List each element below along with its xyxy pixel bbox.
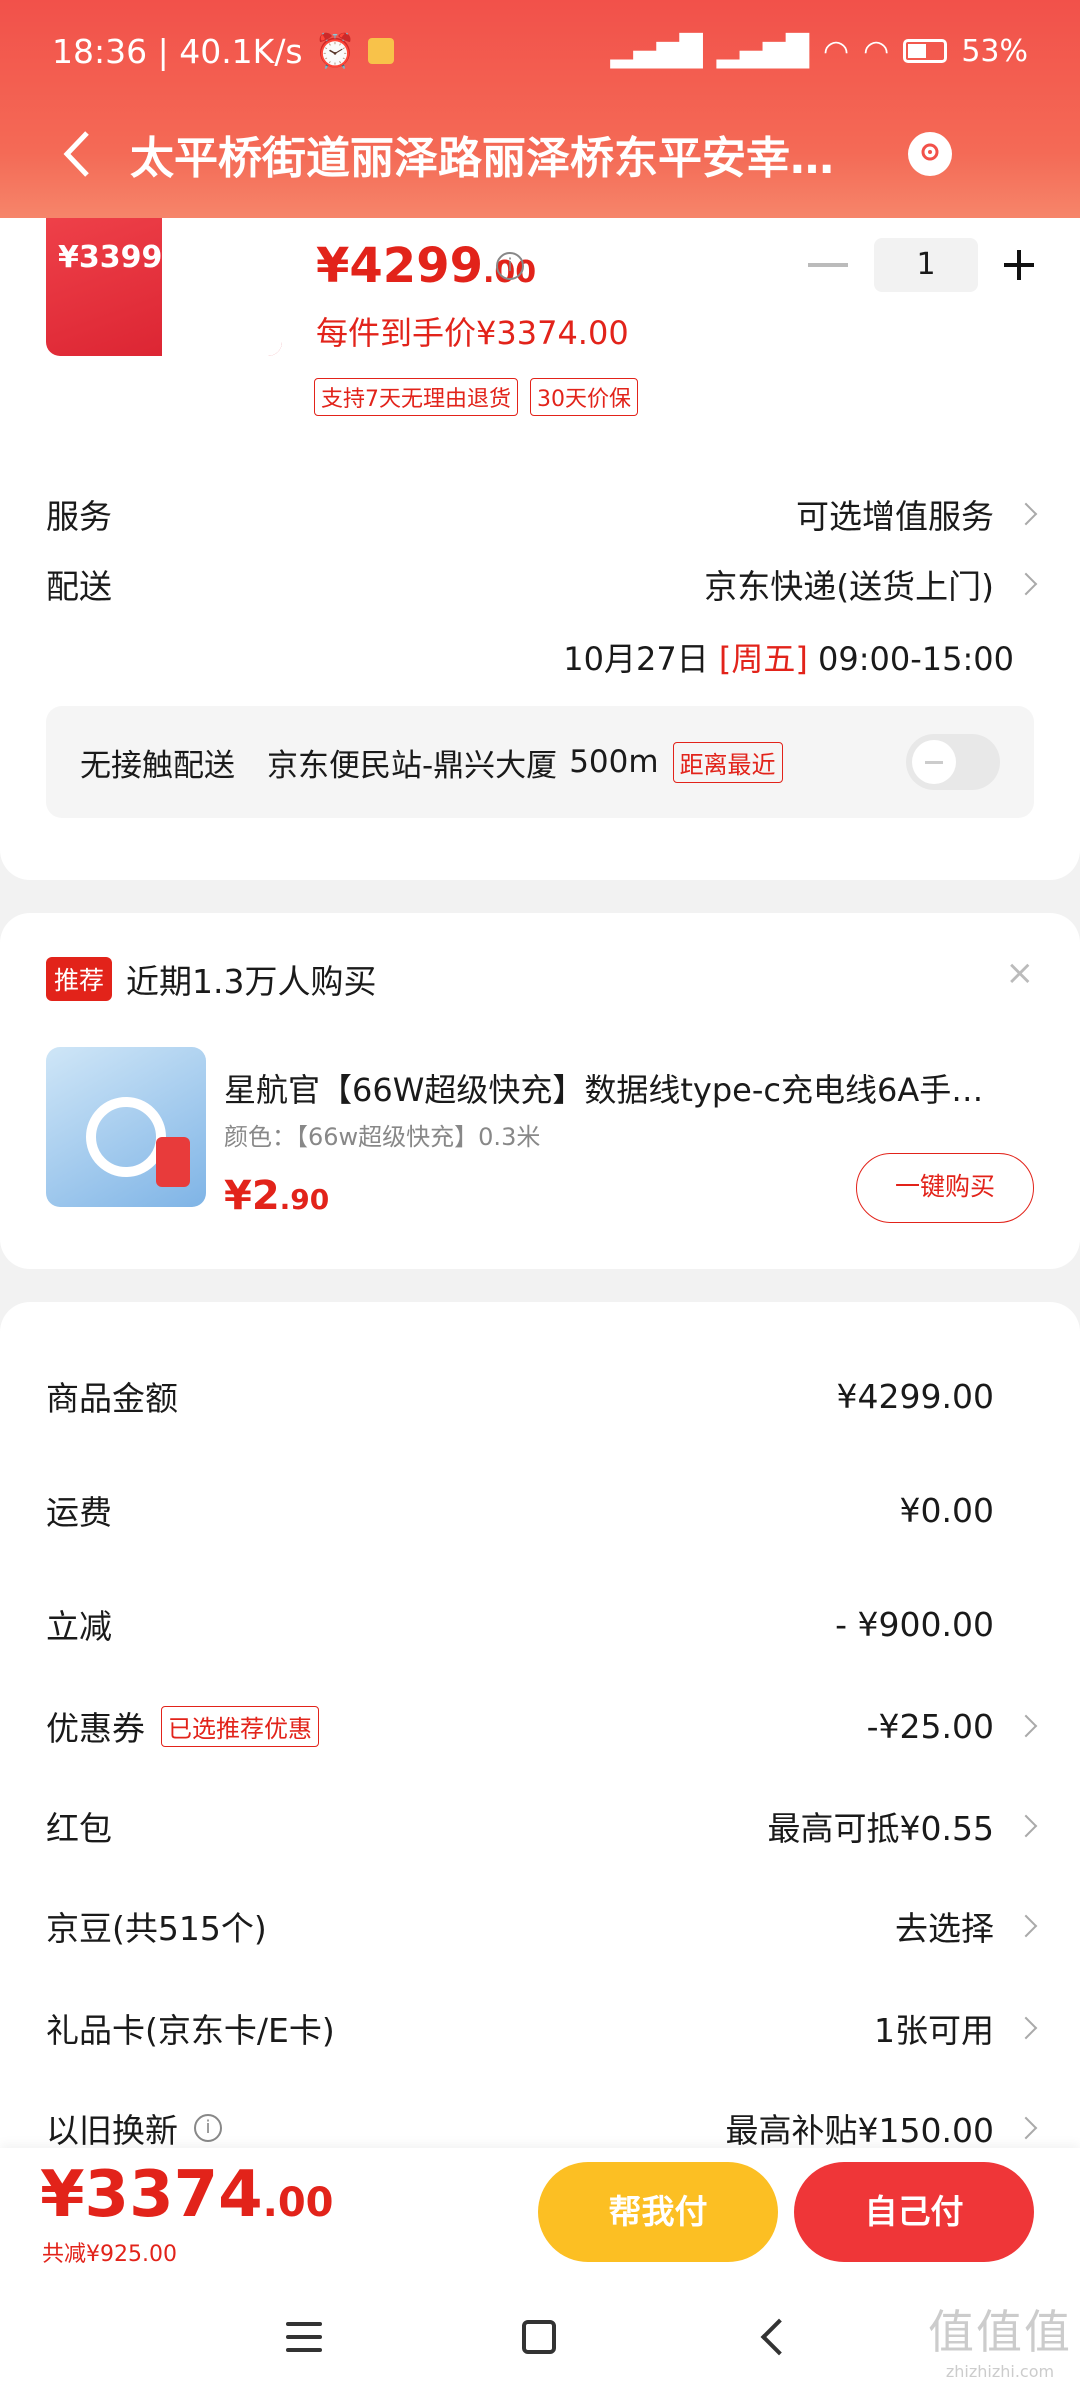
chevron-right-icon bbox=[1014, 1914, 1038, 1938]
total-saved: 共减¥925.00 bbox=[42, 2242, 177, 2267]
chevron-right-icon bbox=[1014, 1814, 1038, 1838]
product-image-price: ¥3399 bbox=[58, 240, 163, 275]
tradein-row[interactable]: 以旧换新 i 最高补贴¥150.00 bbox=[46, 2104, 1038, 2152]
pickup-station: 京东便民站-鼎兴大厦 bbox=[267, 747, 558, 784]
chevron-right-icon bbox=[1014, 502, 1038, 526]
notification-icon bbox=[367, 38, 394, 64]
coupon-selected-badge: 已选推荐优惠 bbox=[161, 1705, 319, 1747]
address-text[interactable]: 太平桥街道丽泽路丽泽桥东平安幸… bbox=[130, 122, 890, 186]
nearest-badge: 距离最近 bbox=[672, 741, 783, 783]
redpacket-value: 最高可抵¥0.55 bbox=[767, 1809, 994, 1848]
quantity-input[interactable]: 1 bbox=[874, 238, 978, 292]
giftcard-row[interactable]: 礼品卡(京东卡/E卡) 1张可用 bbox=[46, 2004, 1038, 2052]
coupon-value: -¥25.00 bbox=[866, 1706, 994, 1746]
recommend-header: 推荐 近期1.3万人购买 bbox=[46, 955, 377, 1003]
shipping-value: ¥0.00 bbox=[899, 1490, 994, 1530]
product-image[interactable]: ¥3399 bbox=[46, 200, 282, 356]
one-click-buy-button[interactable]: 一键购买 bbox=[856, 1153, 1034, 1223]
status-bar: 18:36 | 40.1K/s ⏰ ▂▄▆█ ▂▄▆█ ◠ ◠ 53% bbox=[52, 26, 1028, 76]
contactless-delivery: 无接触配送 京东便民站-鼎兴大厦 500m 距离最近 bbox=[46, 706, 1034, 818]
recommend-headline: 近期1.3万人购买 bbox=[126, 962, 377, 1001]
nav-bar: 太平桥街道丽泽路丽泽桥东平安幸… bbox=[0, 118, 1080, 190]
back-icon[interactable] bbox=[760, 2318, 798, 2356]
order-card: ¥3399 ¥4299.00 i 1 每件到手价¥3374.00 支持7天无理由… bbox=[0, 190, 1080, 880]
info-icon[interactable]: i bbox=[194, 2114, 222, 2142]
wifi-icon: ◠ bbox=[822, 33, 850, 69]
recommend-card: 推荐 近期1.3万人购买 × 星航官【66W超级快充】数据线type-c充电线6… bbox=[0, 913, 1080, 1269]
tag-price-protect: 30天价保 bbox=[530, 378, 638, 416]
service-label: 服务 bbox=[46, 497, 112, 536]
instant-discount-row: 立减 - ¥900.00 bbox=[46, 1604, 994, 1647]
back-button[interactable] bbox=[46, 118, 106, 190]
info-icon[interactable]: i bbox=[496, 252, 524, 280]
quantity-stepper: 1 bbox=[808, 238, 1034, 292]
contactless-toggle[interactable] bbox=[906, 734, 1000, 790]
status-time: 18:36 | 40.1K/s bbox=[52, 31, 303, 71]
recommend-product-spec: 颜色：【66w超级快充】0.3米 bbox=[224, 1123, 541, 1151]
chevron-right-icon bbox=[1014, 1714, 1038, 1738]
goods-amount-value: ¥4299.00 bbox=[836, 1376, 994, 1416]
header: 18:36 | 40.1K/s ⏰ ▂▄▆█ ▂▄▆█ ◠ ◠ 53% 太平桥街… bbox=[0, 0, 1080, 218]
per-item-price: 每件到手价¥3374.00 bbox=[316, 314, 629, 352]
help-pay-button[interactable]: 帮我付 bbox=[538, 2162, 778, 2262]
checkout-bar: ¥3374.00 共减¥925.00 帮我付 自己付 bbox=[0, 2148, 1080, 2280]
goods-amount-row: 商品金额 ¥4299.00 bbox=[46, 1376, 994, 1419]
product-tags: 支持7天无理由退货 30天价保 bbox=[314, 378, 638, 416]
jingdou-row[interactable]: 京豆(共515个) 去选择 bbox=[46, 1902, 1038, 1950]
coupon-row[interactable]: 优惠券 已选推荐优惠 -¥25.00 bbox=[46, 1702, 1038, 1750]
giftcard-value: 1张可用 bbox=[874, 2011, 994, 2050]
recommend-product-price: ¥2.90 bbox=[224, 1173, 330, 1219]
redpacket-row[interactable]: 红包 最高可抵¥0.55 bbox=[46, 1802, 1038, 1850]
delivery-method: 京东快递(送货上门) bbox=[704, 567, 994, 606]
recommend-badge: 推荐 bbox=[46, 957, 113, 1001]
battery-level: 53% bbox=[961, 33, 1028, 69]
jingdou-value: 去选择 bbox=[895, 1909, 994, 1948]
shipping-row: 运费 ¥0.00 bbox=[46, 1490, 994, 1533]
delivery-label: 配送 bbox=[46, 567, 112, 606]
wifi-icon-2: ◠ bbox=[863, 33, 890, 69]
recommend-product-title[interactable]: 星航官【66W超级快充】数据线type-c充电线6A手… bbox=[224, 1065, 1024, 1111]
chevron-right-icon bbox=[1014, 572, 1038, 596]
instant-discount-value: - ¥900.00 bbox=[835, 1604, 994, 1644]
contactless-label: 无接触配送 bbox=[80, 747, 235, 784]
system-nav-bar: 值值值 zhizhizhi.com bbox=[0, 2280, 1080, 2400]
menu-icon[interactable] bbox=[286, 2322, 322, 2352]
tradein-value: 最高补贴¥150.00 bbox=[725, 2111, 994, 2150]
alarm-icon: ⏰ bbox=[314, 31, 356, 70]
signal-icon-2: ▂▄▆█ bbox=[716, 33, 809, 69]
price-summary-card: 商品金额 ¥4299.00 运费 ¥0.00 立减 - ¥900.00 优惠券 … bbox=[0, 1302, 1080, 2202]
delivery-time[interactable]: 10月27日 [周五] 09:00-15:00 bbox=[563, 634, 1014, 680]
home-icon[interactable] bbox=[522, 2320, 556, 2354]
chevron-right-icon bbox=[1014, 2116, 1038, 2140]
signal-icon: ▂▄▆█ bbox=[610, 33, 703, 69]
decrease-button[interactable] bbox=[808, 263, 848, 267]
chevron-right-icon bbox=[1014, 2016, 1038, 2040]
battery-icon bbox=[903, 39, 948, 63]
self-pay-button[interactable]: 自己付 bbox=[794, 2162, 1034, 2262]
service-value: 可选增值服务 bbox=[796, 497, 994, 536]
delivery-row[interactable]: 配送 京东快递(送货上门) bbox=[46, 560, 1038, 608]
close-icon[interactable]: × bbox=[1006, 953, 1035, 993]
location-pin-icon[interactable] bbox=[908, 132, 952, 176]
service-row-content[interactable]: 服务 可选增值服务 bbox=[46, 490, 1038, 538]
tag-return: 支持7天无理由退货 bbox=[314, 378, 518, 416]
watermark: 值值值 zhizhizhi.com bbox=[928, 2305, 1072, 2381]
station-distance: 500m bbox=[569, 744, 659, 780]
increase-button[interactable] bbox=[1004, 250, 1034, 280]
total-price: ¥3374.00 bbox=[40, 2158, 334, 2232]
recommend-product-image[interactable] bbox=[46, 1047, 206, 1207]
chevron-left-icon bbox=[63, 131, 89, 177]
